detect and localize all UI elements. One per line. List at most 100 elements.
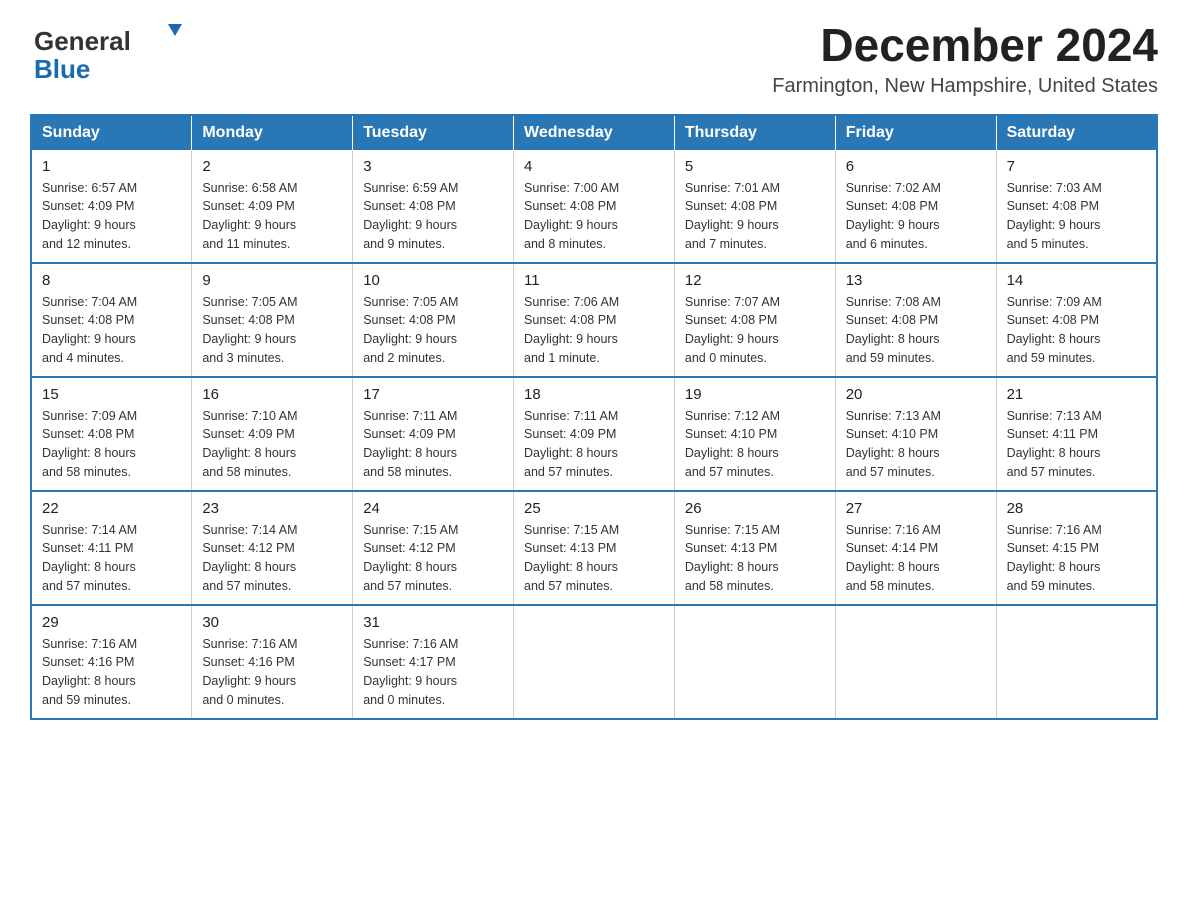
day-number: 7 bbox=[1007, 158, 1146, 175]
title-area: December 2024 Farmington, New Hampshire,… bbox=[772, 20, 1158, 98]
day-cell-24: 24Sunrise: 7:15 AM Sunset: 4:12 PM Dayli… bbox=[353, 491, 514, 605]
logo: General Blue bbox=[30, 20, 190, 85]
day-number: 8 bbox=[42, 272, 181, 289]
day-number: 16 bbox=[202, 386, 342, 403]
day-info: Sunrise: 7:11 AM Sunset: 4:09 PM Dayligh… bbox=[524, 407, 664, 482]
day-info: Sunrise: 7:16 AM Sunset: 4:17 PM Dayligh… bbox=[363, 635, 503, 710]
day-number: 25 bbox=[524, 500, 664, 517]
day-number: 14 bbox=[1007, 272, 1146, 289]
day-info: Sunrise: 7:09 AM Sunset: 4:08 PM Dayligh… bbox=[1007, 293, 1146, 368]
month-title: December 2024 bbox=[772, 20, 1158, 71]
day-cell-13: 13 Sunrise: 7:08 AM Sunset: 4:08 PM Dayli… bbox=[835, 263, 996, 377]
day-info: Sunrise: 7:16 AM Sunset: 4:16 PM Dayligh… bbox=[202, 635, 342, 710]
svg-text:Blue: Blue bbox=[34, 54, 90, 84]
day-number: 29 bbox=[42, 614, 181, 631]
day-info: Sunrise: 7:15 AM Sunset: 4:13 PM Dayligh… bbox=[524, 521, 664, 596]
day-info: Sunrise: 7:13 AM Sunset: 4:11 PM Dayligh… bbox=[1007, 407, 1146, 482]
location-subtitle: Farmington, New Hampshire, United States bbox=[772, 75, 1158, 98]
day-number: 19 bbox=[685, 386, 825, 403]
calendar-table: SundayMondayTuesdayWednesdayThursdayFrid… bbox=[30, 114, 1158, 720]
day-number: 6 bbox=[846, 158, 986, 175]
day-number: 20 bbox=[846, 386, 986, 403]
day-number: 4 bbox=[524, 158, 664, 175]
day-info: Sunrise: 7:16 AM Sunset: 4:14 PM Dayligh… bbox=[846, 521, 986, 596]
day-info: Sunrise: 7:09 AM Sunset: 4:08 PM Dayligh… bbox=[42, 407, 181, 482]
logo-svg: General Blue bbox=[30, 20, 190, 85]
svg-text:General: General bbox=[34, 26, 131, 56]
day-number: 3 bbox=[363, 158, 503, 175]
day-cell-23: 23Sunrise: 7:14 AM Sunset: 4:12 PM Dayli… bbox=[192, 491, 353, 605]
day-info: Sunrise: 7:10 AM Sunset: 4:09 PM Dayligh… bbox=[202, 407, 342, 482]
empty-cell bbox=[835, 605, 996, 719]
day-info: Sunrise: 7:07 AM Sunset: 4:08 PM Dayligh… bbox=[685, 293, 825, 368]
week-row-2: 8 Sunrise: 7:04 AM Sunset: 4:08 PM Daylig… bbox=[31, 263, 1157, 377]
day-info: Sunrise: 7:13 AM Sunset: 4:10 PM Dayligh… bbox=[846, 407, 986, 482]
day-info: Sunrise: 7:15 AM Sunset: 4:12 PM Dayligh… bbox=[363, 521, 503, 596]
day-number: 21 bbox=[1007, 386, 1146, 403]
day-cell-6: 6Sunrise: 7:02 AM Sunset: 4:08 PM Daylig… bbox=[835, 150, 996, 263]
day-cell-3: 3 Sunrise: 6:59 AM Sunset: 4:08 PM Daylig… bbox=[353, 150, 514, 263]
day-number: 18 bbox=[524, 386, 664, 403]
day-info: Sunrise: 7:12 AM Sunset: 4:10 PM Dayligh… bbox=[685, 407, 825, 482]
day-header-wednesday: Wednesday bbox=[514, 115, 675, 150]
day-cell-21: 21 Sunrise: 7:13 AM Sunset: 4:11 PM Dayli… bbox=[996, 377, 1157, 491]
day-header-saturday: Saturday bbox=[996, 115, 1157, 150]
day-cell-16: 16 Sunrise: 7:10 AM Sunset: 4:09 PM Dayli… bbox=[192, 377, 353, 491]
day-cell-26: 26 Sunrise: 7:15 AM Sunset: 4:13 PM Dayli… bbox=[674, 491, 835, 605]
day-number: 13 bbox=[846, 272, 986, 289]
day-cell-7: 7 Sunrise: 7:03 AM Sunset: 4:08 PM Daylig… bbox=[996, 150, 1157, 263]
day-info: Sunrise: 7:00 AM Sunset: 4:08 PM Dayligh… bbox=[524, 179, 664, 254]
day-cell-1: 1Sunrise: 6:57 AM Sunset: 4:09 PM Daylig… bbox=[31, 150, 192, 263]
day-number: 22 bbox=[42, 500, 181, 517]
week-row-5: 29 Sunrise: 7:16 AM Sunset: 4:16 PM Dayli… bbox=[31, 605, 1157, 719]
day-cell-2: 2Sunrise: 6:58 AM Sunset: 4:09 PM Daylig… bbox=[192, 150, 353, 263]
day-info: Sunrise: 6:57 AM Sunset: 4:09 PM Dayligh… bbox=[42, 179, 181, 254]
day-cell-29: 29 Sunrise: 7:16 AM Sunset: 4:16 PM Dayli… bbox=[31, 605, 192, 719]
empty-cell bbox=[514, 605, 675, 719]
day-number: 2 bbox=[202, 158, 342, 175]
day-number: 28 bbox=[1007, 500, 1146, 517]
day-cell-15: 15 Sunrise: 7:09 AM Sunset: 4:08 PM Dayli… bbox=[31, 377, 192, 491]
day-cell-9: 9 Sunrise: 7:05 AM Sunset: 4:08 PM Daylig… bbox=[192, 263, 353, 377]
day-cell-12: 12Sunrise: 7:07 AM Sunset: 4:08 PM Dayli… bbox=[674, 263, 835, 377]
day-info: Sunrise: 6:59 AM Sunset: 4:08 PM Dayligh… bbox=[363, 179, 503, 254]
day-cell-8: 8 Sunrise: 7:04 AM Sunset: 4:08 PM Daylig… bbox=[31, 263, 192, 377]
days-header-row: SundayMondayTuesdayWednesdayThursdayFrid… bbox=[31, 115, 1157, 150]
day-number: 10 bbox=[363, 272, 503, 289]
day-cell-30: 30Sunrise: 7:16 AM Sunset: 4:16 PM Dayli… bbox=[192, 605, 353, 719]
day-info: Sunrise: 7:15 AM Sunset: 4:13 PM Dayligh… bbox=[685, 521, 825, 596]
day-info: Sunrise: 7:01 AM Sunset: 4:08 PM Dayligh… bbox=[685, 179, 825, 254]
day-cell-31: 31 Sunrise: 7:16 AM Sunset: 4:17 PM Dayli… bbox=[353, 605, 514, 719]
day-number: 27 bbox=[846, 500, 986, 517]
day-info: Sunrise: 7:08 AM Sunset: 4:08 PM Dayligh… bbox=[846, 293, 986, 368]
day-cell-17: 17 Sunrise: 7:11 AM Sunset: 4:09 PM Dayli… bbox=[353, 377, 514, 491]
day-header-thursday: Thursday bbox=[674, 115, 835, 150]
day-number: 9 bbox=[202, 272, 342, 289]
day-info: Sunrise: 7:05 AM Sunset: 4:08 PM Dayligh… bbox=[202, 293, 342, 368]
day-header-sunday: Sunday bbox=[31, 115, 192, 150]
day-info: Sunrise: 7:16 AM Sunset: 4:16 PM Dayligh… bbox=[42, 635, 181, 710]
week-row-1: 1Sunrise: 6:57 AM Sunset: 4:09 PM Daylig… bbox=[31, 150, 1157, 263]
day-cell-14: 14 Sunrise: 7:09 AM Sunset: 4:08 PM Dayli… bbox=[996, 263, 1157, 377]
day-info: Sunrise: 7:03 AM Sunset: 4:08 PM Dayligh… bbox=[1007, 179, 1146, 254]
day-info: Sunrise: 7:14 AM Sunset: 4:12 PM Dayligh… bbox=[202, 521, 342, 596]
day-number: 26 bbox=[685, 500, 825, 517]
day-cell-25: 25 Sunrise: 7:15 AM Sunset: 4:13 PM Dayli… bbox=[514, 491, 675, 605]
day-info: Sunrise: 7:04 AM Sunset: 4:08 PM Dayligh… bbox=[42, 293, 181, 368]
day-header-monday: Monday bbox=[192, 115, 353, 150]
day-header-friday: Friday bbox=[835, 115, 996, 150]
week-row-3: 15 Sunrise: 7:09 AM Sunset: 4:08 PM Dayli… bbox=[31, 377, 1157, 491]
day-cell-19: 19 Sunrise: 7:12 AM Sunset: 4:10 PM Dayli… bbox=[674, 377, 835, 491]
day-number: 17 bbox=[363, 386, 503, 403]
day-info: Sunrise: 7:14 AM Sunset: 4:11 PM Dayligh… bbox=[42, 521, 181, 596]
header: General Blue December 2024 Farmington, N… bbox=[30, 20, 1158, 98]
day-header-tuesday: Tuesday bbox=[353, 115, 514, 150]
day-cell-5: 5 Sunrise: 7:01 AM Sunset: 4:08 PM Daylig… bbox=[674, 150, 835, 263]
empty-cell bbox=[674, 605, 835, 719]
day-number: 15 bbox=[42, 386, 181, 403]
day-number: 31 bbox=[363, 614, 503, 631]
day-cell-4: 4 Sunrise: 7:00 AM Sunset: 4:08 PM Daylig… bbox=[514, 150, 675, 263]
day-number: 5 bbox=[685, 158, 825, 175]
day-info: Sunrise: 7:11 AM Sunset: 4:09 PM Dayligh… bbox=[363, 407, 503, 482]
day-cell-20: 20 Sunrise: 7:13 AM Sunset: 4:10 PM Dayli… bbox=[835, 377, 996, 491]
